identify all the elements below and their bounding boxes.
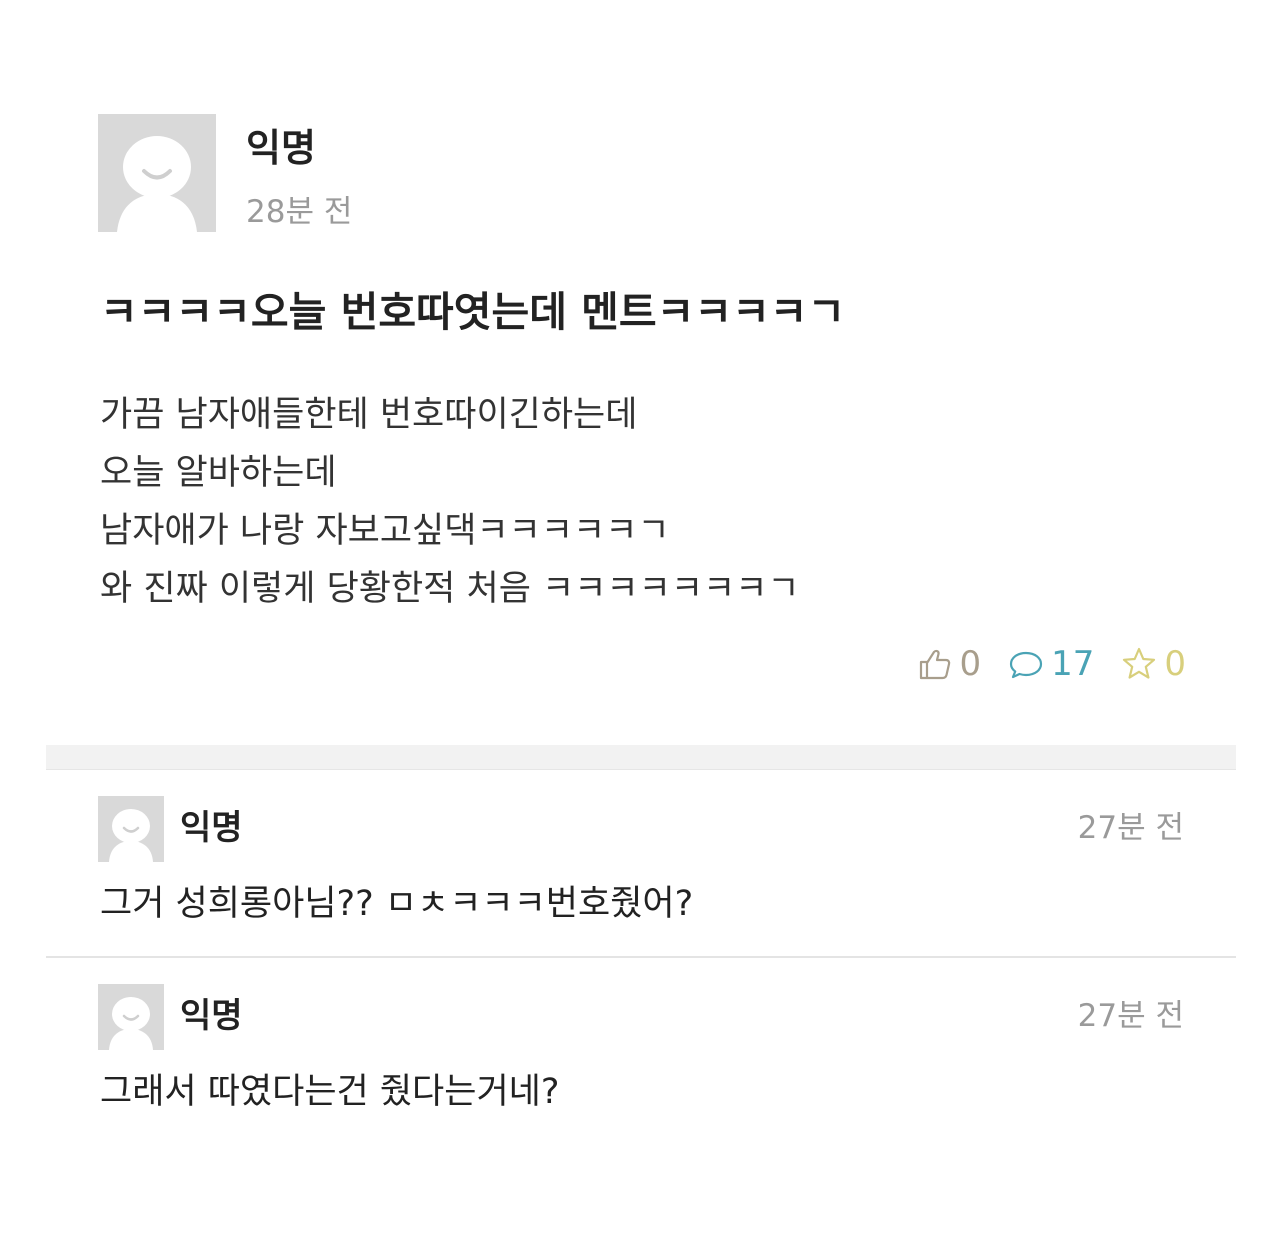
post: 익명 28분 전 ㅋㅋㅋㅋ오늘 번호따엿는데 멘트ㅋㅋㅋㅋㄱ 가끔 남자애들한테… <box>0 0 1280 745</box>
post-stats: 0 17 0 <box>915 640 1186 688</box>
comment-text: 그거 성희롱아님?? ㅁㅊㅋㅋㅋ번호줬어? <box>100 884 694 924</box>
anonymous-user-icon <box>98 114 216 232</box>
comment-timestamp: 27분 전 <box>1077 810 1184 846</box>
comment-timestamp: 27분 전 <box>1077 998 1184 1034</box>
post-timestamp: 28분 전 <box>246 194 353 230</box>
like-button[interactable]: 0 <box>915 640 981 688</box>
comment-text: 그래서 따였다는건 줬다는거네? <box>100 1072 560 1112</box>
post-title: ㅋㅋㅋㅋ오늘 번호따엿는데 멘트ㅋㅋㅋㅋㄱ <box>100 288 846 336</box>
like-count: 0 <box>959 644 982 684</box>
scrap-button[interactable]: 0 <box>1120 640 1186 688</box>
star-icon <box>1123 647 1156 679</box>
comment-count: 17 <box>1051 644 1095 684</box>
section-divider <box>46 745 1236 770</box>
comment-item: 익명 27분 전 그래서 따였다는건 줬다는거네? <box>0 958 1280 1148</box>
post-author: 익명 <box>246 126 316 170</box>
comment-item: 익명 27분 전 그거 성희롱아님?? ㅁㅊㅋㅋㅋ번호줬어? <box>0 770 1280 958</box>
post-body-line: 남자애가 나랑 자보고싶댁ㅋㅋㅋㅋㅋㄱ <box>100 511 670 551</box>
comment-author: 익명 <box>180 808 243 848</box>
comment-count-button[interactable]: 17 <box>1007 640 1094 688</box>
thumbs-up-icon <box>920 649 951 680</box>
post-body-line: 가끔 남자애들한테 번호따이긴하는데 <box>100 395 638 435</box>
anonymous-user-icon <box>98 796 164 862</box>
comment-author: 익명 <box>180 996 243 1036</box>
post-body: 가끔 남자애들한테 번호따이긴하는데 오늘 알바하는데 남자애가 나랑 자보고싶… <box>100 386 800 618</box>
scrap-count: 0 <box>1164 644 1186 684</box>
post-body-line: 와 진짜 이렇게 당황한적 처음 ㅋㅋㅋㅋㅋㅋㅋㄱ <box>100 569 800 609</box>
speech-bubble-icon <box>1009 651 1043 679</box>
anonymous-user-icon <box>98 984 164 1050</box>
post-body-line: 오늘 알바하는데 <box>100 453 337 493</box>
